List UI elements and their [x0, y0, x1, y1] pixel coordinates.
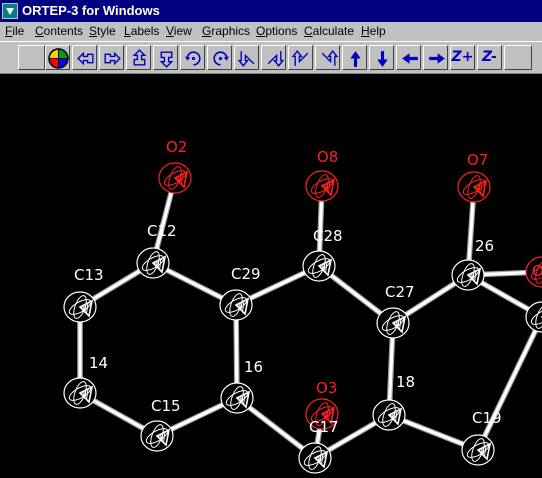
rotate-left-icon — [77, 51, 94, 66]
atom-label-c27: C27 — [385, 283, 415, 301]
arrow-down-button[interactable] — [369, 45, 394, 70]
atom-c26[interactable] — [451, 259, 485, 291]
arrow-left-button[interactable] — [396, 45, 421, 70]
zoom-out-icon: Z- — [482, 49, 497, 65]
atom-c14[interactable] — [63, 377, 97, 409]
atom-label-c16: 16 — [244, 358, 263, 376]
atom-o8[interactable] — [305, 170, 339, 202]
atom-label-c18: 18 — [396, 373, 415, 391]
zoom-in-button[interactable]: Z+ — [450, 45, 475, 70]
molecule-canvas[interactable]: O2 O8 O7 C12 C28 26 O C13 C29 C27 14 16 18 O3 C15 C17 C1… — [0, 74, 542, 478]
bond-c19-c20 — [475, 315, 542, 452]
menu-calculate[interactable]: Calculate — [304, 24, 354, 39]
atom-label-c14: 14 — [89, 354, 108, 372]
tilt-down-left-icon — [237, 51, 255, 67]
spin-right-button[interactable] — [207, 45, 232, 70]
arrow-up-icon — [350, 51, 361, 67]
rotate-down-icon — [159, 51, 174, 68]
atom-label-c19: C19 — [472, 409, 502, 427]
atom-label-o7: O7 — [467, 151, 488, 169]
atom-label-o3: O3 — [316, 379, 337, 397]
arrow-down-icon — [377, 51, 388, 67]
rotate-down-button[interactable] — [153, 45, 178, 70]
atom-label-o9: O — [532, 262, 542, 280]
atom-o2[interactable] — [158, 162, 192, 194]
arrow-up-button[interactable] — [342, 45, 367, 70]
atom-c15[interactable] — [140, 420, 174, 452]
atom-o7[interactable] — [457, 171, 491, 203]
spin-left-icon — [185, 51, 201, 66]
rotate-up-icon — [132, 49, 147, 66]
atom-label-o2: O2 — [166, 138, 187, 156]
atom-label-c29: C29 — [231, 265, 261, 283]
toolbar-spacer-left — [18, 45, 45, 70]
atom-c19[interactable] — [461, 434, 495, 466]
atom-c28[interactable] — [302, 250, 336, 282]
rotate-left-button[interactable] — [72, 45, 97, 70]
atom-c18[interactable] — [372, 399, 406, 431]
atom-c29[interactable] — [219, 289, 253, 321]
spin-right-icon — [213, 51, 229, 66]
menu-file[interactable]: File — [5, 24, 24, 39]
menu-labels[interactable]: Labels — [124, 24, 159, 39]
menu-view[interactable]: View — [166, 24, 192, 39]
ortep-app-icon[interactable] — [2, 3, 18, 19]
menu-contents[interactable]: Contents — [35, 24, 83, 39]
rotate-right-icon — [104, 51, 121, 66]
arrow-right-icon — [429, 53, 445, 64]
atom-c13[interactable] — [63, 291, 97, 323]
tilt-up-left-button[interactable] — [288, 45, 313, 70]
menu-help[interactable]: Help — [361, 24, 386, 39]
arrow-right-button[interactable] — [423, 45, 448, 70]
atom-c27[interactable] — [376, 307, 410, 339]
ortep-drawing[interactable]: O2 O8 O7 C12 C28 26 O C13 C29 C27 14 16 18 O3 C15 C17 C1… — [0, 74, 542, 478]
color-wheel-icon — [48, 48, 69, 69]
atom-c12[interactable] — [136, 247, 170, 279]
menu-graphics[interactable]: Graphics — [202, 24, 250, 39]
zoom-in-icon: Z+ — [451, 49, 474, 65]
atom-label-c26: 26 — [475, 237, 494, 255]
tilt-up-left-icon — [291, 50, 309, 66]
atom-label-c28: C28 — [313, 227, 343, 245]
arrow-left-icon — [402, 53, 418, 64]
toolbar-spacer-right — [504, 45, 532, 70]
tilt-down-right-button[interactable] — [261, 45, 286, 70]
atom-label-c17: C17 — [309, 418, 339, 436]
atom-label-o8: O8 — [317, 148, 338, 166]
rotate-up-button[interactable] — [126, 45, 151, 70]
window-title: ORTEP-3 for Windows — [22, 3, 160, 18]
rotate-right-button[interactable] — [99, 45, 124, 70]
menu-options[interactable]: Options — [256, 24, 297, 39]
menu-style[interactable]: Style — [89, 24, 116, 39]
tilt-down-left-button[interactable] — [234, 45, 259, 70]
menu-bar: File Contents Style Labels View Graphics Optio… — [0, 22, 542, 41]
tilt-up-right-button[interactable] — [315, 45, 340, 70]
color-wheel-button[interactable] — [45, 45, 70, 70]
atom-c17[interactable] — [298, 442, 332, 474]
atom-label-c15: C15 — [151, 397, 181, 415]
atom-label-c13: C13 — [74, 266, 104, 284]
tilt-up-right-icon — [321, 50, 339, 66]
spin-left-button[interactable] — [180, 45, 205, 70]
title-bar: ORTEP-3 for Windows — [0, 0, 542, 22]
atom-label-c12: C12 — [147, 222, 177, 240]
tilt-down-right-icon — [267, 51, 285, 67]
atom-c16[interactable] — [220, 382, 254, 414]
zoom-out-button[interactable]: Z- — [477, 45, 502, 70]
toolbar: Z+ Z- — [0, 41, 542, 74]
